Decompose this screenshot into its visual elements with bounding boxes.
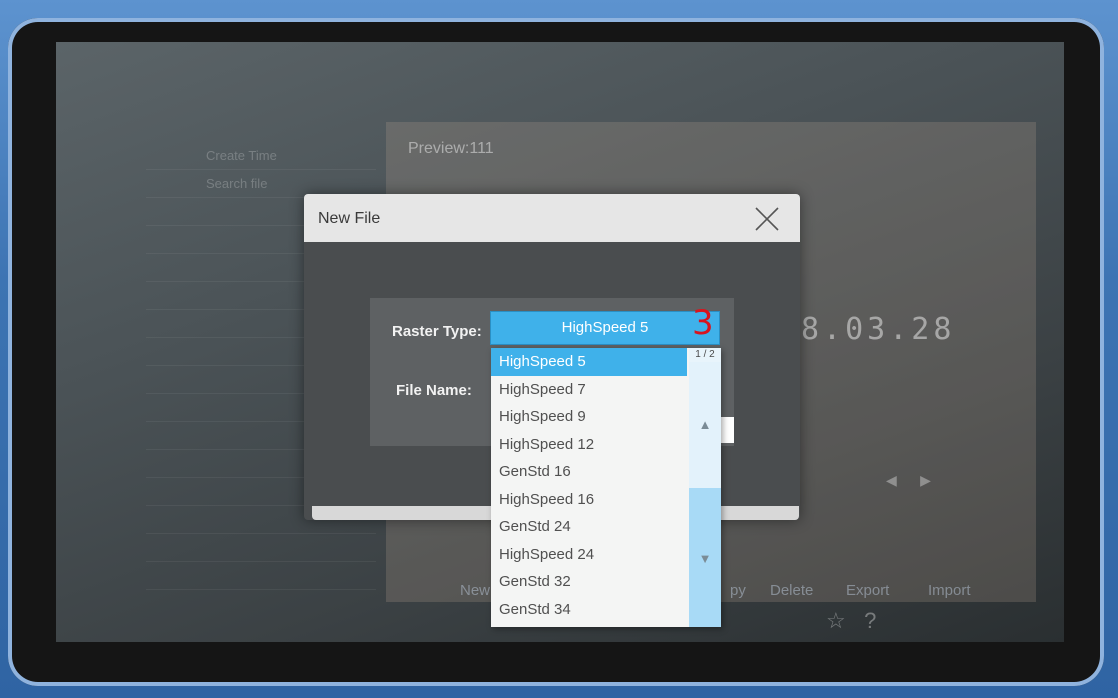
dropdown-option-genstd-32[interactable]: GenStd 32 bbox=[491, 568, 687, 596]
scroll-down-button[interactable]: ▼ bbox=[689, 548, 721, 570]
raster-type-dropdown: HighSpeed 5 HighSpeed 7 HighSpeed 9 High… bbox=[491, 348, 721, 627]
background-toolbar-new: New bbox=[460, 582, 491, 599]
background-pager: ◀ ▶ bbox=[886, 472, 931, 489]
background-toolbar-export: Export bbox=[846, 582, 890, 599]
dropdown-scrollbar[interactable] bbox=[689, 348, 721, 627]
background-list-item bbox=[146, 534, 376, 562]
raster-type-label: Raster Type: bbox=[392, 323, 482, 340]
chevron-right-icon: ▶ bbox=[920, 472, 931, 488]
dropdown-option-genstd-16[interactable]: GenStd 16 bbox=[491, 458, 687, 486]
help-icon: ? bbox=[864, 608, 877, 633]
scroll-up-button[interactable]: ▲ bbox=[689, 414, 721, 436]
close-button[interactable] bbox=[750, 202, 784, 236]
dropdown-option-highspeed-24[interactable]: HighSpeed 24 bbox=[491, 541, 687, 569]
dropdown-option-highspeed-5[interactable]: HighSpeed 5 bbox=[491, 348, 687, 376]
dropdown-option-highspeed-12[interactable]: HighSpeed 12 bbox=[491, 431, 687, 459]
background-date-display: 8.03.28 bbox=[801, 312, 956, 347]
background-list-item bbox=[146, 562, 376, 590]
background-toolbar-copy: py bbox=[730, 582, 746, 599]
dialog-header: New File bbox=[304, 194, 800, 242]
dropdown-option-highspeed-7[interactable]: HighSpeed 7 bbox=[491, 376, 687, 404]
dialog-title: New File bbox=[318, 210, 381, 227]
annotation-number: 3 bbox=[692, 303, 714, 343]
close-icon bbox=[755, 207, 779, 231]
dropdown-option-genstd-34[interactable]: GenStd 34 bbox=[491, 596, 687, 624]
star-icon: ☆ bbox=[826, 608, 846, 633]
background-toolbar-import: Import bbox=[928, 582, 971, 599]
chevron-double-down-icon: ▼ bbox=[698, 551, 712, 566]
background-list-header: Create Time bbox=[146, 142, 376, 170]
chevron-left-icon: ◀ bbox=[886, 472, 897, 488]
dropdown-page-indicator: 1 / 2 bbox=[689, 348, 721, 362]
file-name-label: File Name: bbox=[396, 382, 472, 399]
background-toolbar-delete: Delete bbox=[770, 582, 814, 599]
background-preview-title: Preview:111 bbox=[408, 140, 494, 157]
raster-type-select[interactable]: HighSpeed 5 bbox=[490, 311, 720, 345]
dropdown-option-genstd-24[interactable]: GenStd 24 bbox=[491, 513, 687, 541]
dropdown-option-highspeed-9[interactable]: HighSpeed 9 bbox=[491, 403, 687, 431]
chevron-double-up-icon: ▲ bbox=[698, 417, 712, 432]
background-footer-icons: ☆ ? bbox=[826, 608, 876, 634]
dropdown-options: HighSpeed 5 HighSpeed 7 HighSpeed 9 High… bbox=[491, 348, 687, 623]
dropdown-option-highspeed-16[interactable]: HighSpeed 16 bbox=[491, 486, 687, 514]
